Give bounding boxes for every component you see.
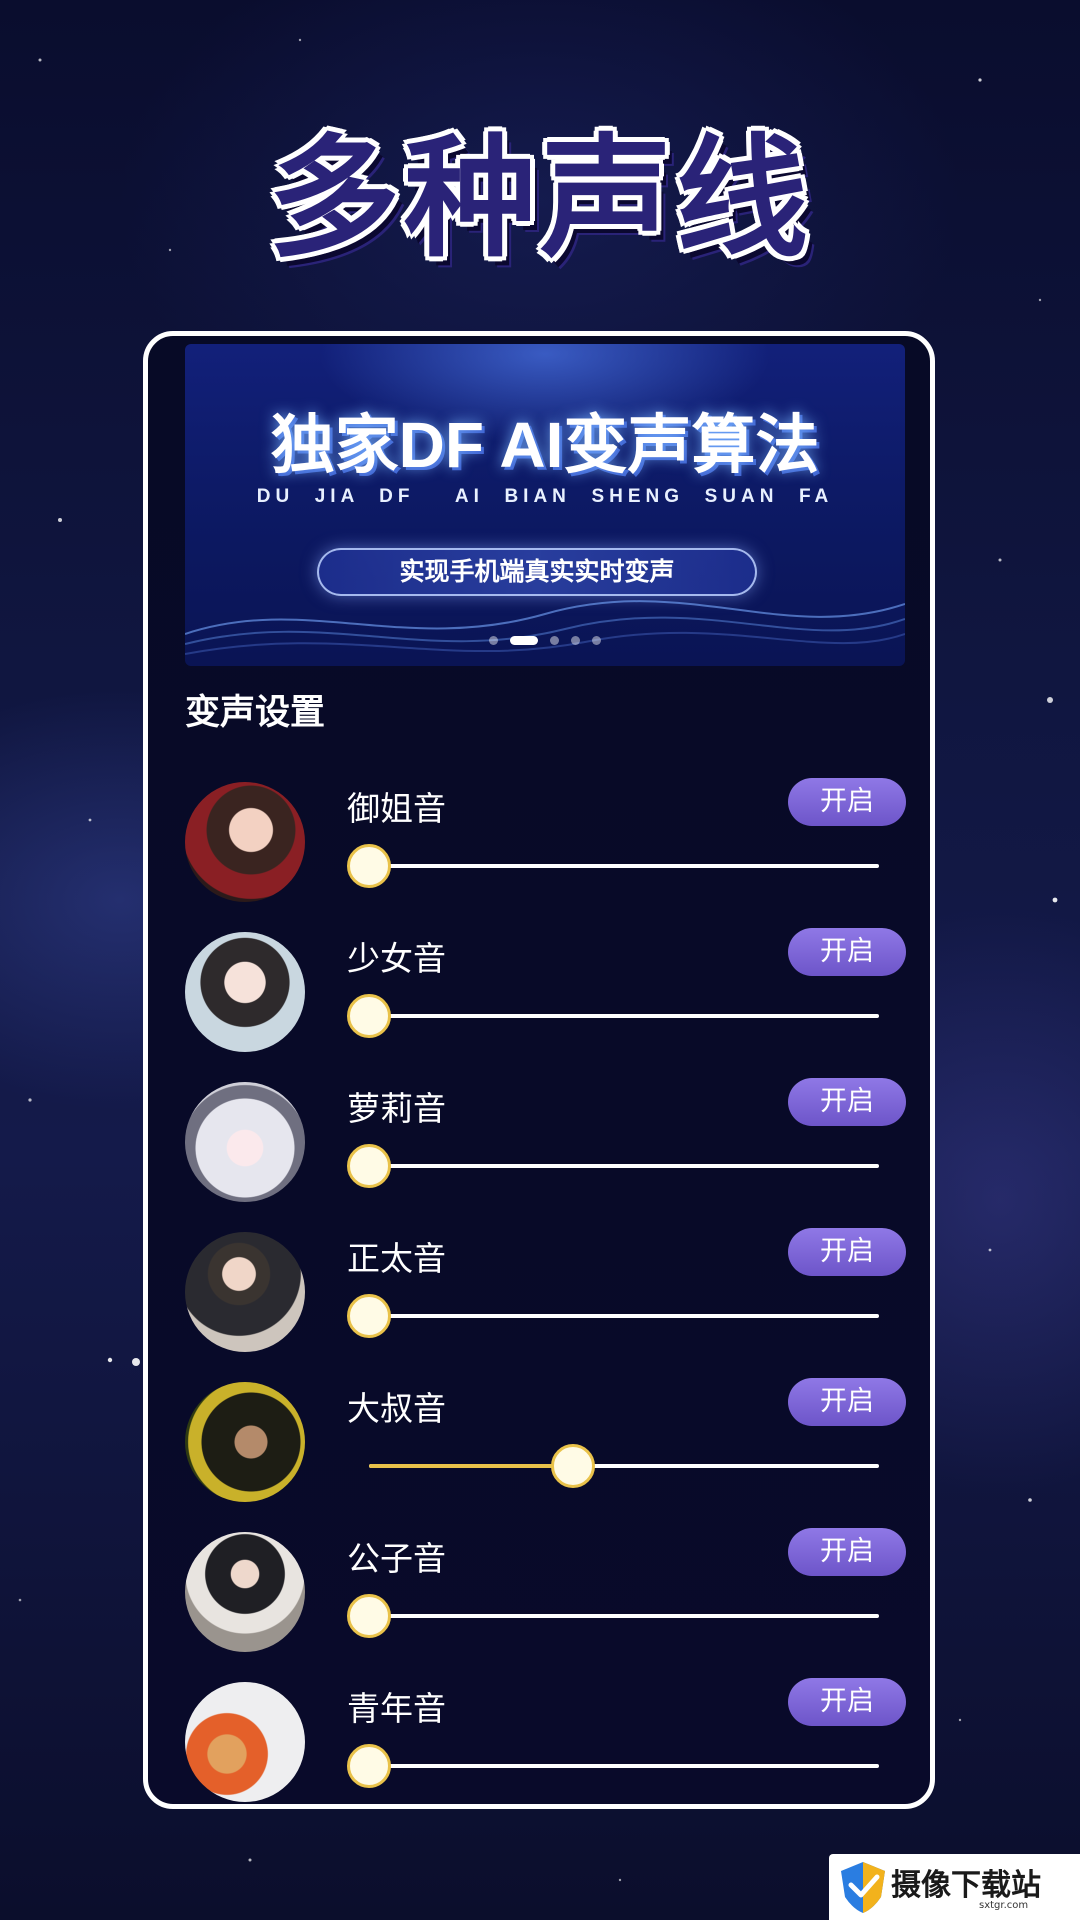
site-watermark: 摄像下载站 sxtgr.com [829, 1854, 1080, 1920]
carousel-dot[interactable] [550, 636, 559, 645]
voice-row: 青年音 开启 [148, 1668, 930, 1804]
wave-decoration [185, 600, 905, 655]
voice-name: 御姐音 [347, 789, 446, 828]
voice-name: 正太音 [347, 1239, 446, 1278]
carousel-dot-active[interactable] [510, 636, 538, 645]
shield-logo-icon [841, 1862, 885, 1913]
carousel-dot[interactable] [489, 636, 498, 645]
voice-slider[interactable] [347, 1736, 887, 1796]
enable-button[interactable]: 开启 [788, 1228, 906, 1276]
voice-row: 萝莉音 开启 [148, 1068, 930, 1218]
slider-track [369, 1164, 879, 1168]
voice-slider[interactable] [347, 1586, 887, 1646]
slider-track [369, 864, 879, 868]
enable-button[interactable]: 开启 [788, 928, 906, 976]
enable-button[interactable]: 开启 [788, 1528, 906, 1576]
slider-track [369, 1014, 879, 1018]
voice-name: 大叔音 [347, 1389, 446, 1428]
slider-track [369, 1314, 879, 1318]
carousel-dot[interactable] [571, 636, 580, 645]
banner-title: 独家DF AI变声算法 [270, 409, 820, 481]
slider-thumb[interactable] [347, 1144, 391, 1188]
banner-subtitle: DU JIA DF AI BIAN SHENG SUAN FA [256, 486, 834, 507]
slider-thumb[interactable] [551, 1444, 595, 1488]
voice-name: 青年音 [347, 1689, 446, 1728]
voice-row: 少女音 开启 [148, 918, 930, 1068]
carousel-dot[interactable] [592, 636, 601, 645]
slider-fill [369, 1464, 573, 1468]
enable-button[interactable]: 开启 [788, 1078, 906, 1126]
watermark-url: sxtgr.com [979, 1900, 1029, 1911]
costume-man-avatar [185, 1532, 305, 1652]
voice-slider[interactable] [347, 1136, 887, 1196]
boy-portrait-avatar [185, 1232, 305, 1352]
man-portrait-avatar [185, 1382, 305, 1502]
slider-thumb[interactable] [347, 1744, 391, 1788]
girl-portrait-avatar [185, 932, 305, 1052]
young-person-avatar [185, 1682, 305, 1802]
slider-thumb[interactable] [347, 844, 391, 888]
voice-name: 萝莉音 [347, 1089, 446, 1128]
voice-row: 公子音 开启 [148, 1518, 930, 1668]
voice-slider[interactable] [347, 986, 887, 1046]
voice-row: 大叔音 开启 [148, 1368, 930, 1518]
enable-button[interactable]: 开启 [788, 1378, 906, 1426]
voice-name: 少女音 [347, 939, 446, 978]
enable-button[interactable]: 开启 [788, 778, 906, 826]
slider-track [369, 1614, 879, 1618]
voice-name: 公子音 [347, 1539, 446, 1578]
slider-thumb[interactable] [347, 994, 391, 1038]
anime-girl-avatar [185, 1082, 305, 1202]
voice-slider[interactable] [347, 1436, 887, 1496]
headline-title: 多种声线 [268, 122, 812, 276]
voice-slider[interactable] [347, 836, 887, 896]
voice-settings-panel: 独家DF AI变声算法 DU JIA DF AI BIAN SHENG SUAN… [143, 331, 935, 1809]
slider-thumb[interactable] [347, 1594, 391, 1638]
watermark-text: 摄像下载站 [891, 1868, 1041, 1903]
section-title: 变声设置 [185, 693, 326, 733]
voice-slider[interactable] [347, 1286, 887, 1346]
slider-thumb[interactable] [347, 1294, 391, 1338]
voice-row: 正太音 开启 [148, 1218, 930, 1368]
enable-button[interactable]: 开启 [788, 1678, 906, 1726]
promo-banner[interactable]: 独家DF AI变声算法 DU JIA DF AI BIAN SHENG SUAN… [185, 344, 905, 666]
voice-row: 御姐音 开启 [148, 768, 930, 918]
woman-portrait-avatar [185, 782, 305, 902]
slider-track [369, 1764, 879, 1768]
carousel-indicator [185, 636, 905, 645]
